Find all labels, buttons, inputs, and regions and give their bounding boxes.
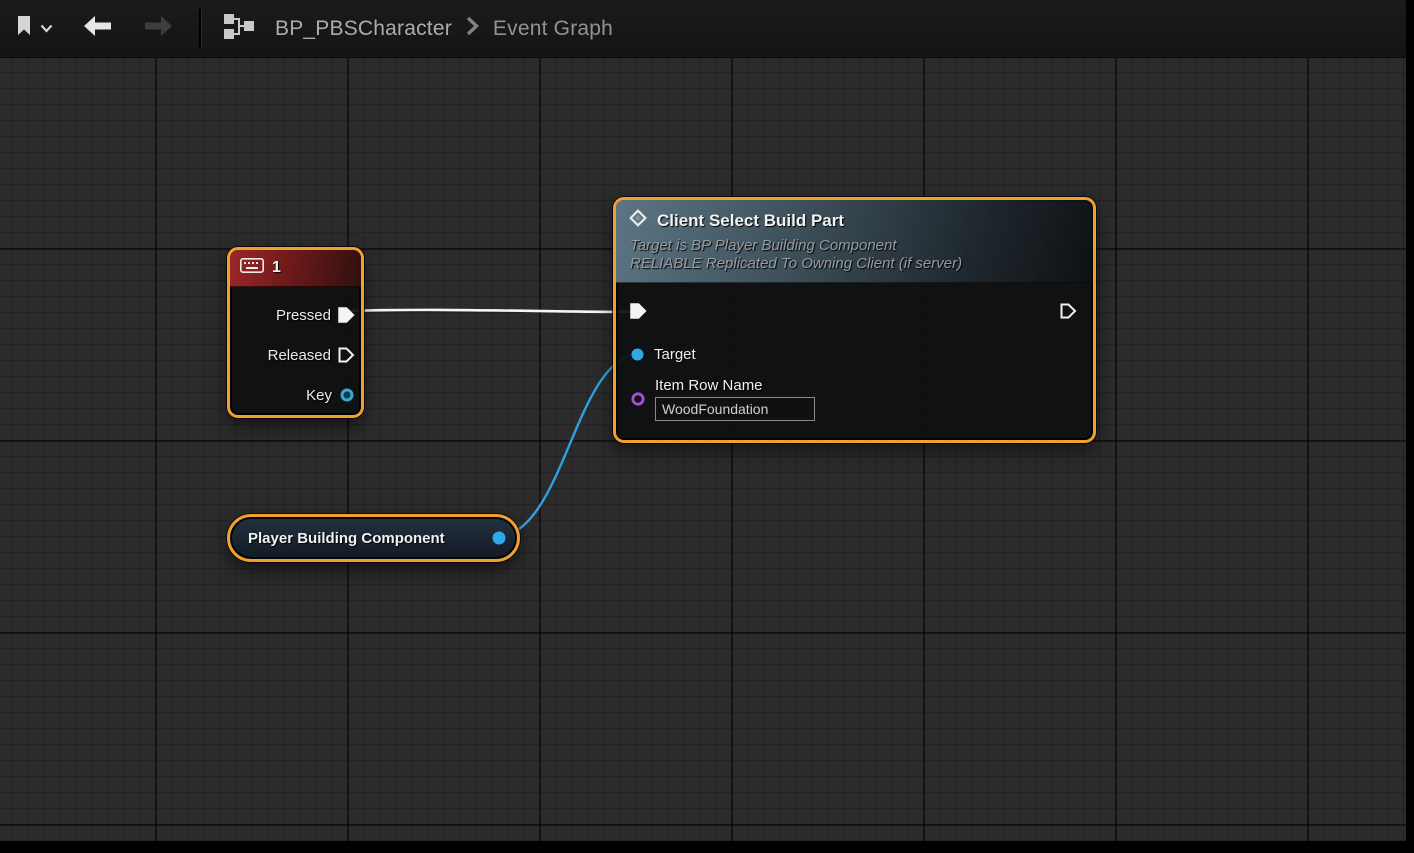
breadcrumb: BP_PBSCharacter Event Graph [275,16,613,41]
function-node-subtitle-1: Target is BP Player Building Component [630,237,1081,254]
variable-node-label: Player Building Component [248,530,481,547]
window-edge-bottom [0,841,1414,853]
variable-output-pin[interactable] [491,530,507,546]
bookmarks-button[interactable] [16,15,53,42]
graph-hierarchy-button[interactable] [223,12,255,45]
keyboard-icon [240,258,264,278]
graph-toolbar: BP_PBSCharacter Event Graph [0,0,1414,58]
event-graph-canvas[interactable] [0,58,1406,841]
blueprint-editor: BP_PBSCharacter Event Graph [0,0,1414,853]
keyboard-event-node[interactable]: 1 Pressed Released Key [227,247,364,418]
function-node-subtitle-2: RELIABLE Replicated To Owning Client (if… [630,255,1081,272]
target-object-pin[interactable] [630,347,645,362]
pressed-pin-row: Pressed [230,295,355,335]
pressed-exec-pin[interactable] [338,307,355,323]
keyboard-node-title: 1 [272,259,281,277]
item-row-name-input[interactable] [655,397,815,421]
key-pin-label: Key [306,387,332,404]
function-node-body: Target Item Row Name [616,283,1093,421]
item-row-name-pin[interactable] [630,391,646,407]
keyboard-node-body: Pressed Released Key [230,287,361,415]
window-edge-right [1406,0,1414,853]
item-row-name-label: Item Row Name [655,377,815,394]
key-struct-pin[interactable] [339,387,355,403]
breadcrumb-chevron-icon [466,16,479,41]
forward-button[interactable] [143,15,173,42]
graph-hierarchy-icon [223,12,255,45]
released-exec-pin[interactable] [338,347,355,363]
bookmark-icon [16,15,32,42]
breadcrumb-event-graph[interactable]: Event Graph [493,17,613,41]
keyboard-node-header: 1 [230,250,361,287]
exec-input-pin[interactable] [630,303,647,319]
forward-arrow-icon [143,15,173,42]
function-diamond-icon [628,208,648,233]
released-pin-row: Released [230,335,355,375]
exec-output-pin[interactable] [1060,303,1077,319]
breadcrumb-blueprint[interactable]: BP_PBSCharacter [275,17,452,41]
function-node-title: Client Select Build Part [657,211,844,231]
key-pin-row: Key [230,375,355,415]
target-pin-label: Target [654,346,696,363]
released-pin-label: Released [268,347,331,364]
back-arrow-icon [83,15,113,42]
pressed-pin-label: Pressed [276,307,331,324]
item-row-name-block: Item Row Name [616,377,1093,421]
player-building-component-node[interactable]: Player Building Component [227,514,520,562]
exec-pin-row [616,289,1093,333]
client-select-build-part-node[interactable]: Client Select Build Part Target is BP Pl… [613,197,1096,443]
target-pin-row: Target [616,333,1093,375]
toolbar-separator [199,9,201,49]
back-button[interactable] [83,15,113,42]
chevron-down-icon [40,20,53,38]
function-node-header: Client Select Build Part Target is BP Pl… [616,200,1093,283]
